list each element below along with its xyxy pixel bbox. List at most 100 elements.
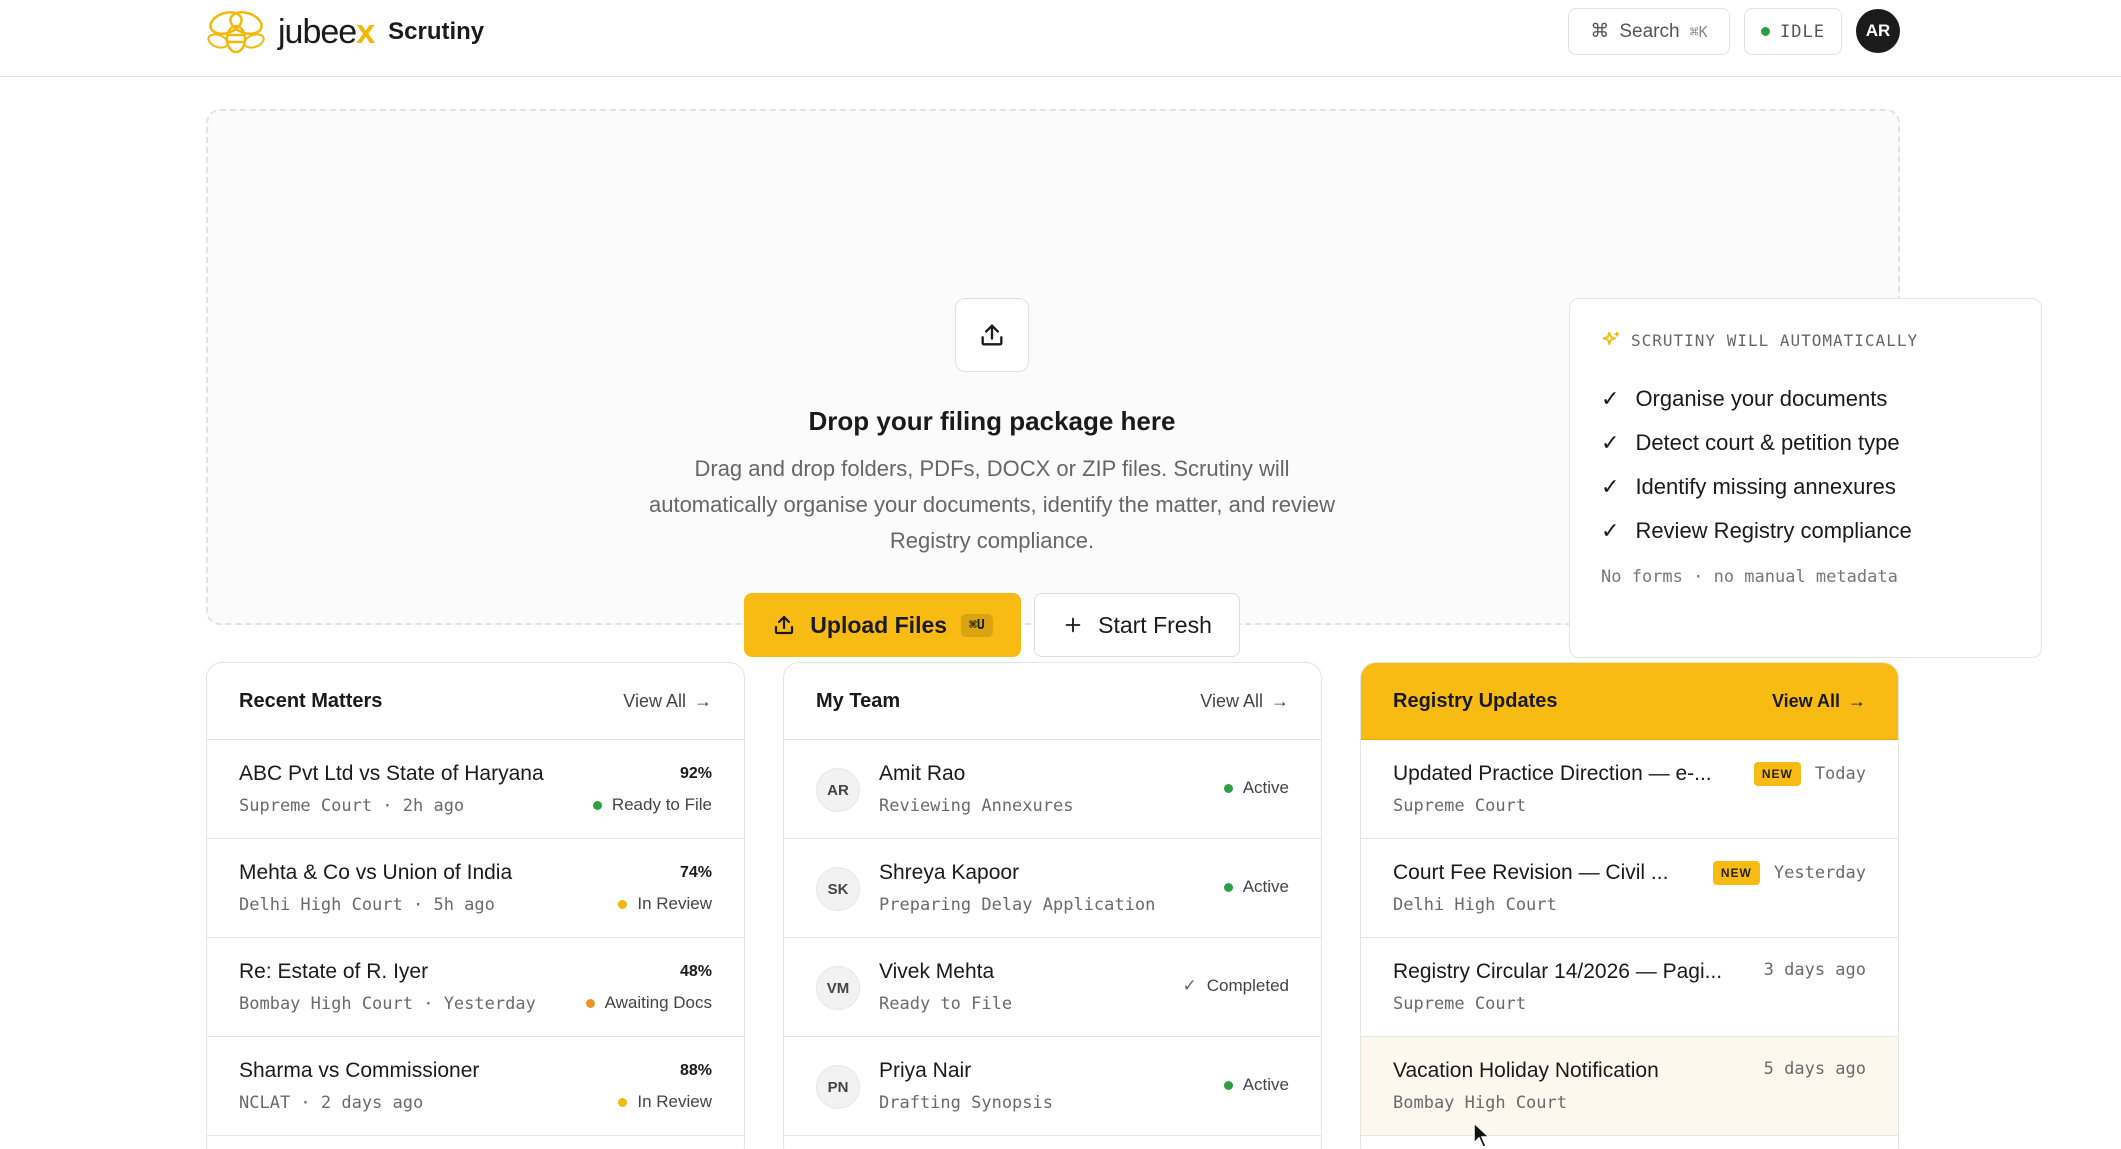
- update-court: Supreme Court: [1393, 994, 1527, 1014]
- team-member-row[interactable]: VM Vivek Mehta Ready to File ✓ Completed: [784, 938, 1321, 1037]
- matter-title: Mehta & Co vs Union of India: [239, 861, 513, 884]
- member-task: Ready to File: [879, 994, 1013, 1014]
- upload-dropzone[interactable]: Drop your filing package here Drag and d…: [206, 109, 2042, 658]
- update-court: Bombay High Court: [1393, 1093, 1567, 1113]
- member-avatar: VM: [816, 966, 860, 1010]
- member-name: Vivek Mehta: [879, 960, 995, 983]
- view-all-link[interactable]: View All →: [1772, 691, 1866, 712]
- upload-files-label: Upload Files: [810, 611, 948, 638]
- member-name: Amit Rao: [879, 762, 966, 785]
- registry-update-row[interactable]: Updated Practice Direction — e-... Supre…: [1361, 740, 1898, 839]
- update-meta: NEW Yesterday: [1712, 861, 1866, 885]
- matter-title: ABC Pvt Ltd vs State of Haryana: [239, 762, 544, 785]
- bee-logo-icon: [207, 11, 265, 54]
- status-dot-icon: [1223, 783, 1233, 793]
- upload-files-button[interactable]: Upload Files ⌘U: [744, 593, 1021, 657]
- registry-update-row[interactable]: Registry Circular 14/2026 — Pagi... Supr…: [1361, 938, 1898, 1037]
- matter-row[interactable]: ABC Pvt Ltd vs State of Haryana Supreme …: [207, 740, 744, 839]
- registry-update-row[interactable]: Court Fee Revision — Civil ... Delhi Hig…: [1361, 839, 1898, 938]
- registry-update-row[interactable]: Vacation Holiday Notification Bombay Hig…: [1361, 1037, 1898, 1136]
- status-dot-icon: [1223, 1080, 1233, 1090]
- new-badge: NEW: [1712, 861, 1760, 885]
- upload-shortcut: ⌘U: [961, 613, 993, 637]
- check-icon: ✓: [1182, 976, 1197, 995]
- member-avatar: AR: [816, 768, 860, 812]
- member-task: Reviewing Annexures: [879, 796, 1074, 816]
- update-meta: 3 days ago: [1764, 960, 1866, 980]
- status-dot-icon: [618, 1097, 628, 1107]
- member-name: Shreya Kapoor: [879, 861, 1020, 884]
- view-all-label: View All: [623, 690, 686, 711]
- command-icon: ⌘: [1590, 21, 1610, 42]
- matter-row[interactable]: Sharma vs Commissioner NCLAT · 2 days ag…: [207, 1037, 744, 1136]
- registry-updates-card: Registry Updates View All → Updated Pract…: [1360, 662, 1899, 1149]
- matter-title: Re: Estate of R. Iyer: [239, 960, 429, 983]
- update-meta: 5 days ago: [1764, 1059, 1866, 1079]
- upload-icon: [981, 324, 1003, 346]
- team-member-row[interactable]: SK Shreya Kapoor Preparing Delay Applica…: [784, 839, 1321, 938]
- member-task: Drafting Synopsis: [879, 1093, 1053, 1113]
- start-fresh-label: Start Fresh: [1098, 611, 1212, 638]
- status-dot-icon: [592, 800, 602, 810]
- member-name: Priya Nair: [879, 1059, 972, 1082]
- member-status-label: Active: [1242, 877, 1289, 896]
- team-member-row[interactable]: AR Amit Rao Reviewing Annexures Active: [784, 740, 1321, 839]
- update-title: Vacation Holiday Notification: [1393, 1059, 1659, 1082]
- update-date: Yesterday: [1773, 863, 1866, 883]
- automation-heading-text: SCRUTINY WILL AUTOMATICALLY: [1631, 330, 1919, 350]
- user-avatar[interactable]: AR: [1856, 9, 1900, 53]
- matter-row[interactable]: Mehta & Co vs Union of India Delhi High …: [207, 839, 744, 938]
- automation-item-label: Review Registry compliance: [1635, 518, 1912, 543]
- automation-item: ✓ Detect court & petition type: [1601, 421, 1912, 465]
- upload-icon: [775, 615, 794, 635]
- member-status-label: Completed: [1206, 976, 1289, 995]
- plus-icon: [1065, 617, 1081, 633]
- automation-heading: SCRUTINY WILL AUTOMATICALLY: [1601, 330, 1918, 350]
- team-member-row[interactable]: PN Priya Nair Drafting Synopsis Active: [784, 1037, 1321, 1136]
- top-bar: jubeex Scrutiny ⌘ Search ⌘K IDLE AR: [0, 0, 2121, 77]
- update-court: Supreme Court: [1393, 796, 1527, 816]
- check-icon: ✓: [1601, 518, 1620, 543]
- view-all-link[interactable]: View All →: [1200, 691, 1289, 712]
- automation-card: SCRUTINY WILL AUTOMATICALLY ✓ Organise yo…: [1569, 298, 2042, 658]
- upload-icon-box: [955, 298, 1029, 372]
- update-date: 3 days ago: [1763, 960, 1866, 980]
- automation-footer: No forms · no manual metadata: [1601, 567, 1898, 587]
- status-label: IDLE: [1780, 21, 1825, 42]
- check-icon: ✓: [1601, 474, 1620, 499]
- view-all-link[interactable]: View All →: [623, 691, 712, 712]
- brand[interactable]: jubeex Scrutiny: [204, 6, 484, 58]
- status-indicator[interactable]: IDLE: [1744, 8, 1842, 55]
- product-name: Scrutiny: [388, 18, 485, 45]
- arrow-right-icon: →: [1271, 690, 1289, 711]
- member-status: Active: [1223, 877, 1289, 897]
- view-all-label: View All: [1771, 690, 1840, 711]
- matter-status-label: In Review: [637, 894, 712, 913]
- dropzone-title: Drop your filing package here: [808, 406, 1176, 436]
- card-header: My Team View All →: [784, 663, 1321, 740]
- status-dot-icon: [1223, 882, 1233, 892]
- update-court: Delhi High Court: [1393, 895, 1557, 915]
- start-fresh-button[interactable]: Start Fresh: [1034, 593, 1240, 657]
- mouse-cursor-icon: [1473, 1122, 1491, 1148]
- matter-status: In Review: [618, 894, 712, 914]
- matter-progress: 48%: [679, 963, 712, 980]
- matter-row[interactable]: Re: Estate of R. Iyer Bombay High Court …: [207, 938, 744, 1037]
- matter-meta: Bombay High Court · Yesterday: [239, 994, 536, 1014]
- search-button[interactable]: ⌘ Search ⌘K: [1568, 8, 1730, 55]
- new-badge: NEW: [1753, 762, 1801, 786]
- card-header: Registry Updates View All →: [1361, 663, 1898, 740]
- check-icon: ✓: [1601, 386, 1620, 411]
- status-dot-icon: [618, 899, 628, 909]
- arrow-right-icon: →: [694, 690, 712, 711]
- search-shortcut: ⌘K: [1689, 22, 1708, 41]
- card-header: Recent Matters View All →: [207, 663, 744, 740]
- my-team-card: My Team View All → AR Amit Rao Reviewing …: [783, 662, 1322, 1149]
- search-label: Search: [1619, 20, 1680, 42]
- check-icon: ✓: [1601, 430, 1620, 455]
- member-status: ✓ Completed: [1183, 976, 1289, 996]
- member-status-label: Active: [1242, 778, 1289, 797]
- view-all-label: View All: [1200, 690, 1263, 711]
- update-date: Today: [1814, 764, 1866, 784]
- matter-status: Ready to File: [592, 795, 712, 815]
